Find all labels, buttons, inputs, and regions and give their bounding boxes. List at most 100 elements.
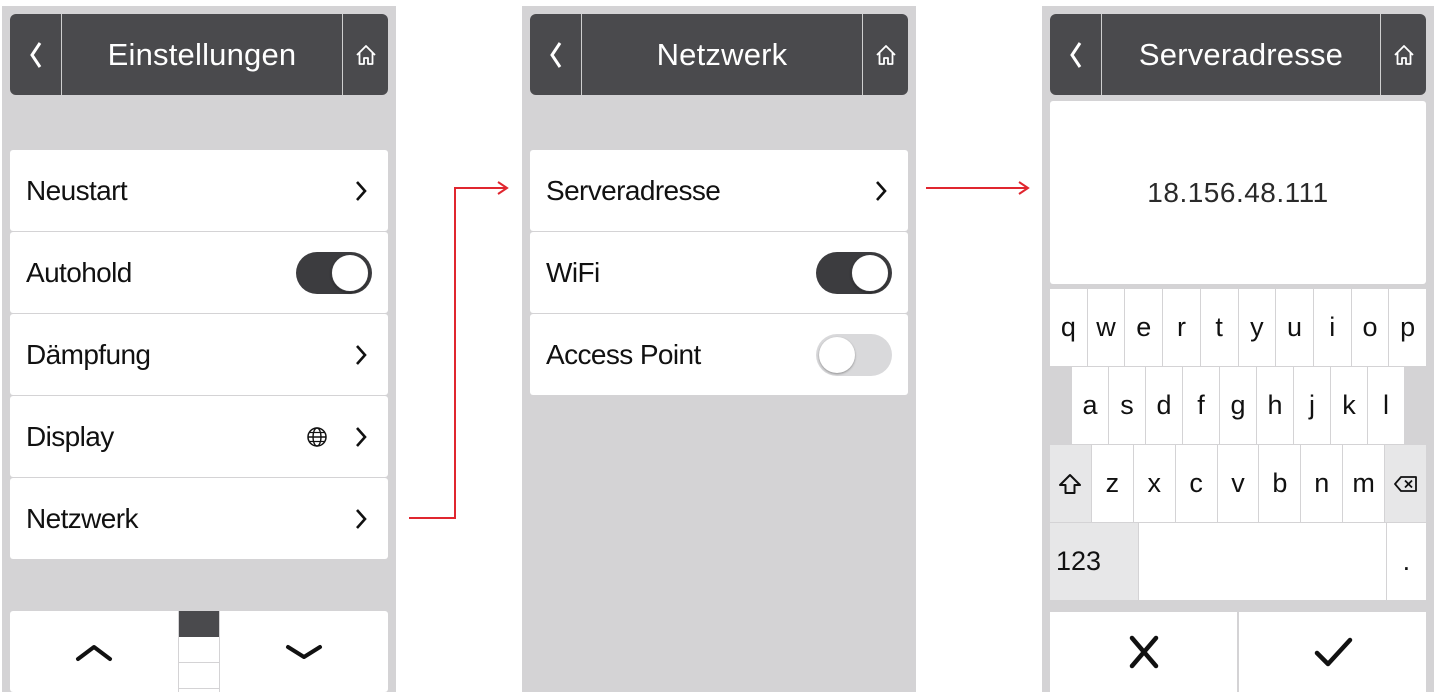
key-c[interactable]: c xyxy=(1175,445,1217,522)
key-u[interactable]: u xyxy=(1276,289,1313,366)
shift-key[interactable] xyxy=(1050,445,1091,522)
keyboard-row-1: q w e r t y u i o p xyxy=(1050,289,1427,366)
key-e[interactable]: e xyxy=(1125,289,1163,366)
header-bar: Einstellungen xyxy=(10,14,388,95)
backspace-icon xyxy=(1393,475,1417,492)
scroll-up-button[interactable] xyxy=(10,611,178,692)
home-button[interactable] xyxy=(342,14,388,95)
key-b[interactable]: b xyxy=(1259,445,1301,522)
key-y[interactable]: y xyxy=(1238,289,1276,366)
flow-arrowhead xyxy=(497,181,509,195)
key-s[interactable]: s xyxy=(1109,367,1145,444)
globe-icon xyxy=(307,426,327,447)
chevron-up-icon xyxy=(76,644,112,661)
back-button[interactable] xyxy=(1050,14,1102,95)
chevron-left-icon xyxy=(549,41,561,68)
home-button[interactable] xyxy=(1380,14,1426,95)
keyboard-row-4: 123 . xyxy=(1050,523,1427,600)
network-list: Serveradresse WiFi Access Point xyxy=(530,150,908,395)
list-item-wifi: WiFi xyxy=(530,232,908,313)
key-q[interactable]: q xyxy=(1050,289,1087,366)
key-x[interactable]: x xyxy=(1133,445,1175,522)
scroll-position-indicator xyxy=(178,611,220,692)
key-a[interactable]: a xyxy=(1072,367,1108,444)
flow-arrow-netzwerk xyxy=(409,187,505,519)
list-item-serveradresse[interactable]: Serveradresse xyxy=(530,150,908,231)
list-item-access-point: Access Point xyxy=(530,314,908,395)
scroll-down-button[interactable] xyxy=(220,611,388,692)
chevron-right-icon xyxy=(356,426,367,447)
list-item-label: Access Point xyxy=(546,338,701,370)
access-point-toggle[interactable] xyxy=(816,333,892,376)
server-address-value: 18.156.48.111 xyxy=(1147,176,1329,208)
header-bar: Serveradresse xyxy=(1050,14,1426,95)
list-item-daempfung[interactable]: Dämpfung xyxy=(10,314,388,395)
scroll-segment xyxy=(179,637,219,663)
key-v[interactable]: v xyxy=(1217,445,1259,522)
key-k[interactable]: k xyxy=(1331,367,1367,444)
settings-list: Neustart Autohold Dämpfung Display Netzw… xyxy=(10,150,388,559)
chevron-down-icon xyxy=(286,644,322,659)
wifi-toggle[interactable] xyxy=(816,251,892,294)
server-address-screen: Serveradresse 18.156.48.111 q w e r t y … xyxy=(1042,6,1434,692)
home-icon xyxy=(875,44,896,65)
flow-arrowhead xyxy=(1018,181,1030,195)
list-item-label: Netzwerk xyxy=(26,502,138,534)
chevron-right-icon xyxy=(356,508,367,529)
check-icon xyxy=(1314,637,1352,667)
list-item-netzwerk[interactable]: Netzwerk xyxy=(10,478,388,559)
period-key[interactable]: . xyxy=(1386,523,1427,600)
key-w[interactable]: w xyxy=(1087,289,1125,366)
numbers-key[interactable]: 123 xyxy=(1050,523,1139,600)
list-item-display[interactable]: Display xyxy=(10,396,388,477)
settings-screen: Einstellungen Neustart Autohold Dämpfung… xyxy=(2,6,396,692)
page-title: Einstellungen xyxy=(107,36,297,72)
toggle-knob xyxy=(851,253,889,292)
key-l[interactable]: l xyxy=(1368,367,1404,444)
key-h[interactable]: h xyxy=(1257,367,1293,444)
list-item-label: Dämpfung xyxy=(26,338,151,370)
chevron-left-icon xyxy=(1069,41,1081,68)
list-item-neustart[interactable]: Neustart xyxy=(10,150,388,231)
chevron-right-icon xyxy=(876,180,887,201)
list-item-label: Autohold xyxy=(26,256,132,288)
space-key[interactable] xyxy=(1139,523,1386,600)
chevron-left-icon xyxy=(29,41,41,68)
list-item-label: Serveradresse xyxy=(546,174,721,206)
close-icon xyxy=(1129,635,1158,669)
list-item-label: Display xyxy=(26,420,114,452)
confirm-button[interactable] xyxy=(1239,612,1426,692)
page-navigation xyxy=(10,611,388,692)
key-d[interactable]: d xyxy=(1146,367,1182,444)
key-g[interactable]: g xyxy=(1220,367,1256,444)
key-o[interactable]: o xyxy=(1351,289,1389,366)
back-button[interactable] xyxy=(530,14,582,95)
list-item-label: Neustart xyxy=(26,174,128,206)
keyboard-row-2: a s d f g h j k l xyxy=(1050,367,1426,444)
scroll-thumb xyxy=(179,611,219,637)
page-title: Netzwerk xyxy=(656,36,788,72)
header-bar: Netzwerk xyxy=(530,14,908,95)
list-item-autohold: Autohold xyxy=(10,232,388,313)
key-m[interactable]: m xyxy=(1343,445,1385,522)
backspace-key[interactable] xyxy=(1385,445,1427,522)
key-j[interactable]: j xyxy=(1294,367,1330,444)
key-z[interactable]: z xyxy=(1091,445,1133,522)
key-i[interactable]: i xyxy=(1313,289,1351,366)
home-button[interactable] xyxy=(862,14,908,95)
key-p[interactable]: p xyxy=(1389,289,1427,366)
server-address-input[interactable]: 18.156.48.111 xyxy=(1050,101,1426,284)
key-f[interactable]: f xyxy=(1183,367,1219,444)
home-icon xyxy=(1393,44,1414,65)
key-n[interactable]: n xyxy=(1301,445,1343,522)
shift-icon xyxy=(1059,473,1082,494)
back-button[interactable] xyxy=(10,14,62,95)
chevron-right-icon xyxy=(356,344,367,365)
dialog-actions xyxy=(1050,612,1426,692)
toggle-knob xyxy=(819,336,855,373)
cancel-button[interactable] xyxy=(1050,612,1237,692)
key-t[interactable]: t xyxy=(1200,289,1238,366)
autohold-toggle[interactable] xyxy=(296,251,372,294)
key-r[interactable]: r xyxy=(1163,289,1200,366)
scroll-segment xyxy=(179,663,219,689)
